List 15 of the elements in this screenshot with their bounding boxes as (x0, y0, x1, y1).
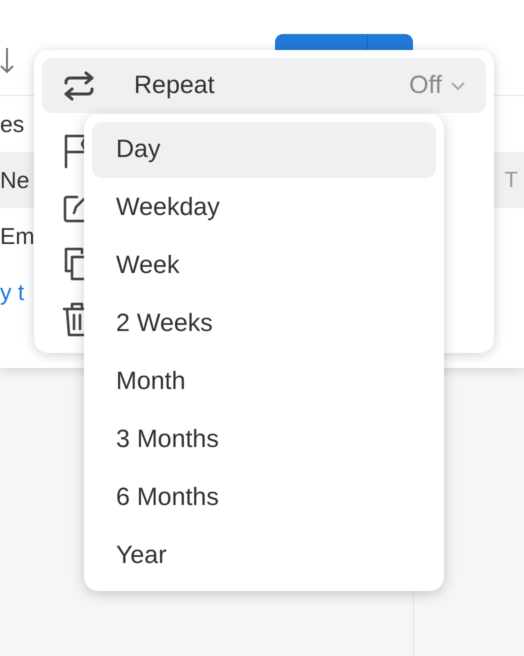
link[interactable]: y t (0, 278, 24, 306)
repeat-option[interactable]: 6 Months (92, 469, 436, 526)
repeat-option[interactable]: Year (92, 527, 436, 583)
column-text: T (504, 167, 518, 193)
list-item-text: Ne (0, 166, 30, 194)
repeat-option[interactable]: Weekday (92, 180, 436, 236)
repeat-option[interactable]: Week (92, 238, 436, 294)
repeat-option[interactable]: Month (92, 354, 436, 410)
repeat-menu-item[interactable]: Repeat Off (42, 58, 486, 113)
repeat-option[interactable]: 2 Weeks (92, 296, 436, 352)
repeat-option[interactable]: Day (92, 122, 436, 178)
repeat-option[interactable]: 3 Months (92, 411, 436, 468)
list-item-text: es (0, 110, 24, 138)
repeat-value: Off (409, 71, 466, 100)
list-item-text: Em (0, 222, 34, 250)
